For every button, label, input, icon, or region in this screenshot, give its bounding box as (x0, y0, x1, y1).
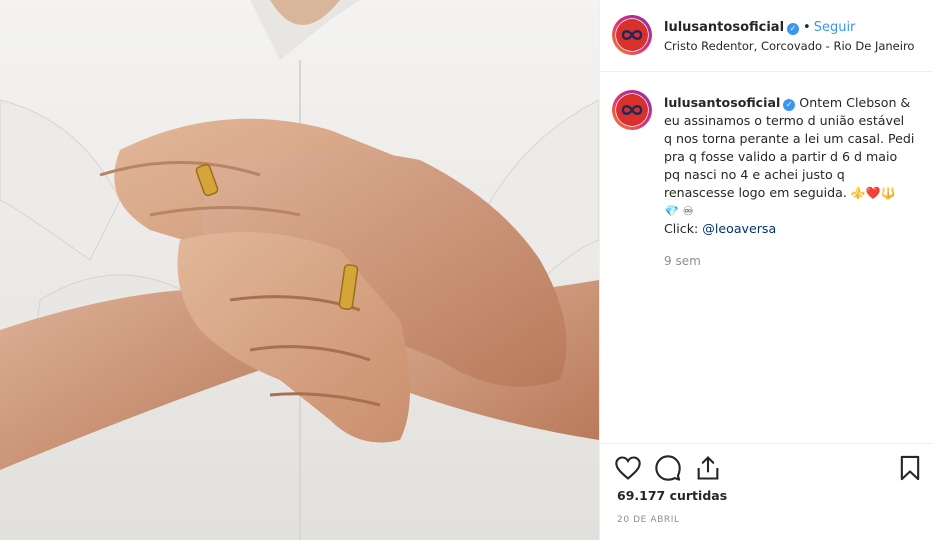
heart-icon[interactable] (614, 454, 642, 482)
share-icon[interactable] (694, 454, 722, 482)
follow-button[interactable]: Seguir (814, 20, 856, 35)
likes-count[interactable]: 69.177 curtidas (617, 488, 727, 503)
caption-emojis-1: ⚜️❤️🔱 (850, 186, 896, 200)
credit-prefix: Click: (664, 221, 699, 236)
hands-photo-illustration (0, 0, 599, 540)
separator-dot: • (803, 20, 811, 35)
caption-username[interactable]: lulusantosoficial (664, 95, 780, 110)
post-header: lulusantosoficial ✓ • Seguir Cristo Redento… (600, 0, 933, 72)
infinity-logo-icon (616, 94, 648, 126)
caption-time[interactable]: 9 sem (664, 254, 701, 268)
verified-badge-icon: ✓ (787, 22, 800, 35)
caption-emojis-2: 💎 ♾ (664, 204, 694, 218)
header-username[interactable]: lulusantosoficial (664, 20, 784, 35)
credit-mention-link[interactable]: @leoaversa (702, 221, 776, 236)
verified-badge-icon: ✓ (783, 99, 796, 111)
caption-avatar[interactable] (612, 90, 652, 130)
bookmark-icon[interactable] (896, 454, 924, 482)
header-avatar[interactable] (612, 15, 652, 55)
post-date[interactable]: 20 DE ABRIL (617, 515, 680, 525)
infinity-logo-icon (616, 19, 648, 51)
location-link[interactable]: Cristo Redentor, Corcovado - Rio De Jane… (664, 39, 914, 53)
post-actions: 69.177 curtidas 20 DE ABRIL (600, 443, 933, 540)
caption-text-block: lulusantosoficial ✓ Ontem Clebson & eu as… (664, 94, 916, 238)
post-sidebar: lulusantosoficial ✓ • Seguir Cristo Redento… (599, 0, 933, 540)
comment-icon[interactable] (654, 454, 682, 482)
post-image[interactable] (0, 0, 599, 540)
header-title-row: lulusantosoficial ✓ • Seguir (664, 20, 855, 35)
